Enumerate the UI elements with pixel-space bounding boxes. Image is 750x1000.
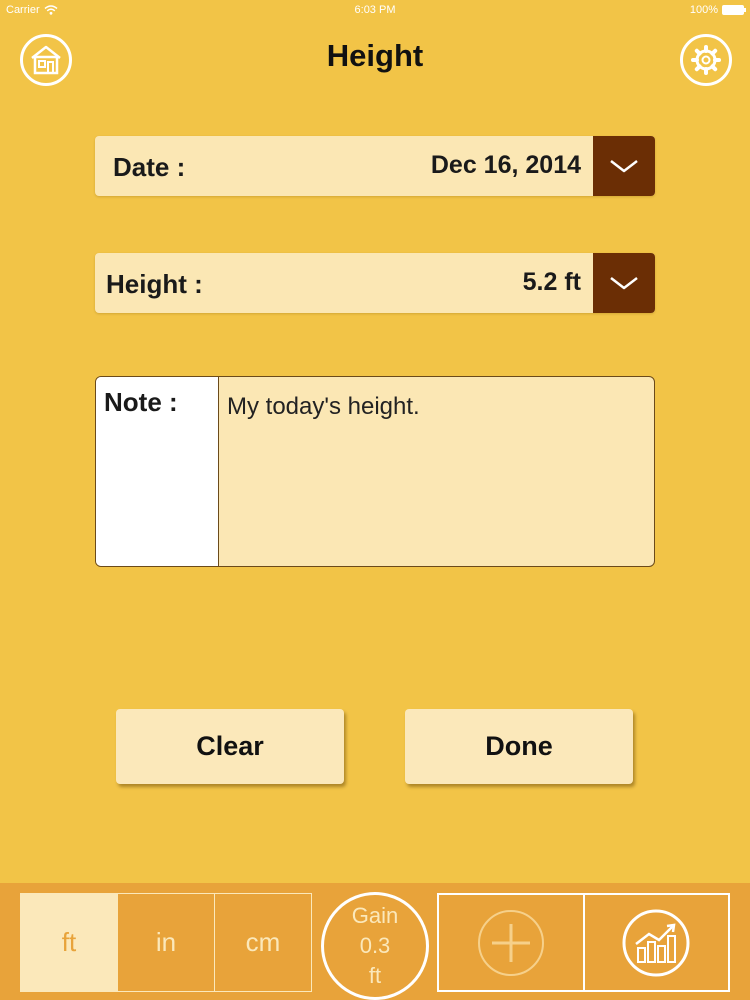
growth-chart-button[interactable] [585, 895, 729, 990]
gain-unit: ft [368, 963, 382, 988]
note-label-column: Note : [96, 377, 219, 566]
add-entry-button[interactable] [439, 895, 585, 990]
height-label: Height : [106, 269, 203, 299]
height-field[interactable]: Height : 5.2 ft [95, 253, 655, 313]
date-field[interactable]: Date : Dec 16, 2014 [95, 136, 655, 196]
clear-button[interactable]: Clear [116, 709, 344, 784]
page-title: Height [326, 38, 424, 73]
note-textarea[interactable]: My today's height. [219, 377, 654, 566]
tool-buttons [437, 893, 730, 992]
status-bar: Carrier 6:03 PM 100% [0, 0, 750, 22]
note-box: Note : My today's height. [95, 376, 655, 567]
date-dropdown-button[interactable] [593, 136, 655, 196]
chevron-down-icon [610, 277, 638, 290]
height-value: 5.2 ft [522, 268, 581, 296]
growth-chart-icon [622, 909, 690, 976]
date-value: Dec 16, 2014 [430, 151, 581, 179]
plus-icon [477, 909, 544, 976]
date-label: Date : [113, 152, 186, 182]
unit-option-ft[interactable]: ft [21, 894, 118, 991]
height-dropdown-button[interactable] [593, 253, 655, 313]
battery-icon [722, 5, 746, 15]
bottom-toolbar: ft in cm Gain 0.3 ft [0, 883, 750, 1000]
status-battery: 100% [689, 4, 746, 16]
gain-value: 0.3 [359, 933, 391, 958]
status-time: 6:03 PM [354, 4, 396, 16]
unit-selector: ft in cm [20, 893, 312, 992]
unit-option-in[interactable]: in [118, 894, 215, 991]
gear-icon [691, 45, 721, 75]
settings-button[interactable] [680, 34, 732, 86]
gain-label: Gain [351, 903, 399, 928]
chevron-down-icon [610, 160, 638, 173]
unit-option-cm[interactable]: cm [215, 894, 311, 991]
note-label: Note : [104, 387, 178, 417]
done-button[interactable]: Done [405, 709, 633, 784]
battery-percent: 100% [689, 4, 718, 16]
gain-indicator: Gain 0.3 ft [321, 892, 429, 1000]
